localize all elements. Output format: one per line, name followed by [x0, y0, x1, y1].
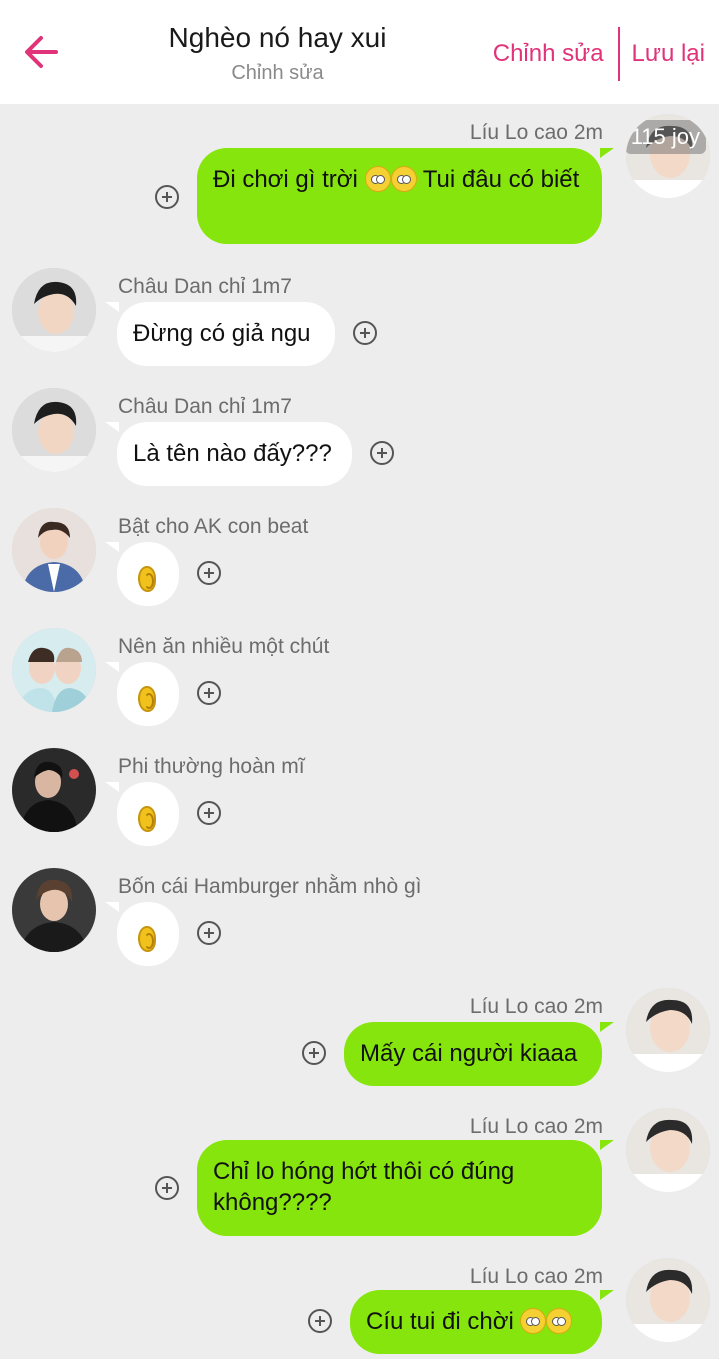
- sticker-bubble[interactable]: [117, 662, 179, 726]
- top-bar: Nghèo nó hay xui Chỉnh sửa Chỉnh sửa Lưu…: [0, 0, 719, 104]
- message-row: Nên ăn nhiều một chút: [0, 624, 719, 734]
- bubble-tail: [600, 1290, 614, 1300]
- avatar[interactable]: [12, 268, 96, 352]
- avatar[interactable]: [12, 508, 96, 592]
- message-row: Bốn cái Hamburger nhằm nhò gì: [0, 864, 719, 974]
- message-bubble[interactable]: Đừng có giả ngu: [117, 302, 335, 366]
- eye-roll-emoji: [364, 166, 391, 192]
- message-bubble[interactable]: Là tên nào đấy???: [117, 422, 352, 486]
- sender-name: Bốn cái Hamburger nhằm nhò gì: [118, 875, 422, 898]
- avatar[interactable]: [12, 748, 96, 832]
- avatar[interactable]: [626, 988, 710, 1072]
- bubble-tail: [105, 422, 119, 432]
- plus-circle-icon[interactable]: [370, 441, 394, 465]
- bubble-tail: [600, 1140, 614, 1150]
- message-text: Mấy cái người kiaaa: [360, 1040, 578, 1067]
- sender-name: Líu Lo cao 2m: [469, 1115, 603, 1138]
- avatar-image: [12, 748, 96, 832]
- sender-name: Líu Lo cao 2m: [469, 1265, 603, 1288]
- sender-name: Nên ăn nhiều một chút: [118, 635, 330, 658]
- avatar-image: [626, 1258, 710, 1342]
- avatar[interactable]: 115 joy: [626, 114, 710, 198]
- sender-name: Phi thường hoàn mĩ: [118, 755, 305, 778]
- message-bubble[interactable]: Chỉ lo hóng hớt thôi có đúng không????: [197, 1140, 602, 1236]
- eye-roll-emoji: [390, 166, 417, 192]
- message-bubble[interactable]: Cíu tui đi chời: [350, 1290, 602, 1354]
- ear-emoji: [138, 806, 156, 832]
- bubble-tail: [105, 902, 119, 912]
- ear-emoji: [138, 926, 156, 952]
- avatar-image: [12, 508, 96, 592]
- chat-title: Nghèo nó hay xui: [168, 22, 387, 53]
- message-text: Chỉ lo hóng hớt thôi có đúng không????: [213, 1158, 515, 1216]
- chat-subtitle: Chỉnh sửa: [231, 62, 324, 84]
- message-text-part: Đi chơi gì trời: [213, 166, 358, 193]
- save-button[interactable]: Lưu lại: [632, 40, 705, 68]
- ear-emoji: [138, 686, 156, 712]
- chat-area[interactable]: 115 joy Líu Lo cao 2m Đi chơi gì trời Tu…: [0, 104, 719, 1359]
- avatar-image: [626, 988, 710, 1072]
- avatar[interactable]: [12, 868, 96, 952]
- message-row: Bật cho AK con beat: [0, 504, 719, 614]
- message-row: Châu Dan chỉ 1m7 Là tên nào đấy???: [0, 384, 719, 494]
- avatar[interactable]: [626, 1108, 710, 1192]
- bubble-tail: [105, 662, 119, 672]
- sender-name: Châu Dan chỉ 1m7: [118, 275, 292, 298]
- sticker-bubble[interactable]: [117, 542, 179, 606]
- plus-circle-icon[interactable]: [155, 1176, 179, 1200]
- sender-name: Bật cho AK con beat: [118, 515, 309, 538]
- avatar[interactable]: [12, 388, 96, 472]
- top-actions: Chỉnh sửa Lưu lại: [493, 27, 705, 81]
- avatar-image: [12, 628, 96, 712]
- plus-circle-icon[interactable]: [308, 1309, 332, 1333]
- avatar-image: [12, 868, 96, 952]
- edit-button[interactable]: Chỉnh sửa: [493, 40, 604, 68]
- bubble-tail: [105, 782, 119, 792]
- message-row: Líu Lo cao 2m Cíu tui đi chời: [0, 1254, 719, 1359]
- plus-circle-icon[interactable]: [197, 681, 221, 705]
- plus-circle-icon[interactable]: [302, 1041, 326, 1065]
- sender-name: Châu Dan chỉ 1m7: [118, 395, 292, 418]
- message-text: Là tên nào đấy???: [133, 440, 332, 467]
- message-row: 115 joy Líu Lo cao 2m Đi chơi gì trời Tu…: [0, 104, 719, 254]
- message-bubble[interactable]: Đi chơi gì trời Tui đâu có biết: [197, 148, 602, 244]
- avatar[interactable]: [626, 1258, 710, 1342]
- message-bubble[interactable]: Mấy cái người kiaaa: [344, 1022, 602, 1086]
- pleading-face-emoji: [520, 1308, 547, 1334]
- plus-circle-icon[interactable]: [197, 801, 221, 825]
- message-row: Châu Dan chỉ 1m7 Đừng có giả ngu: [0, 264, 719, 374]
- back-arrow-icon: [25, 36, 58, 68]
- sticker-bubble[interactable]: [117, 902, 179, 966]
- back-button[interactable]: [22, 30, 62, 74]
- message-text: Đừng có giả ngu: [133, 320, 311, 347]
- ear-emoji: [138, 566, 156, 592]
- bubble-tail: [105, 542, 119, 552]
- title-block: Nghèo nó hay xui Chỉnh sửa: [140, 20, 415, 88]
- actions-divider: [617, 27, 620, 81]
- avatar-image: [12, 268, 96, 352]
- bubble-tail: [600, 1022, 614, 1032]
- message-row: Líu Lo cao 2m Mấy cái người kiaaa: [0, 984, 719, 1094]
- bubble-tail: [600, 148, 614, 158]
- pleading-face-emoji: [546, 1308, 573, 1334]
- avatar-image: [12, 388, 96, 472]
- plus-circle-icon[interactable]: [353, 321, 377, 345]
- message-text: Cíu tui đi chời: [366, 1308, 514, 1335]
- plus-circle-icon[interactable]: [197, 561, 221, 585]
- avatar[interactable]: [12, 628, 96, 712]
- message-text-part: Tui đâu có biết: [416, 166, 580, 193]
- sender-name: Líu Lo cao 2m: [469, 121, 603, 144]
- message-row: Líu Lo cao 2m Chỉ lo hóng hớt thôi có đú…: [0, 1104, 719, 1244]
- plus-circle-icon[interactable]: [197, 921, 221, 945]
- plus-circle-icon[interactable]: [155, 185, 179, 209]
- joy-badge: 115 joy: [626, 120, 706, 154]
- sender-name: Líu Lo cao 2m: [469, 995, 603, 1018]
- sticker-bubble[interactable]: [117, 782, 179, 846]
- message-row: Phi thường hoàn mĩ: [0, 744, 719, 854]
- bubble-tail: [105, 302, 119, 312]
- avatar-image: [626, 1108, 710, 1192]
